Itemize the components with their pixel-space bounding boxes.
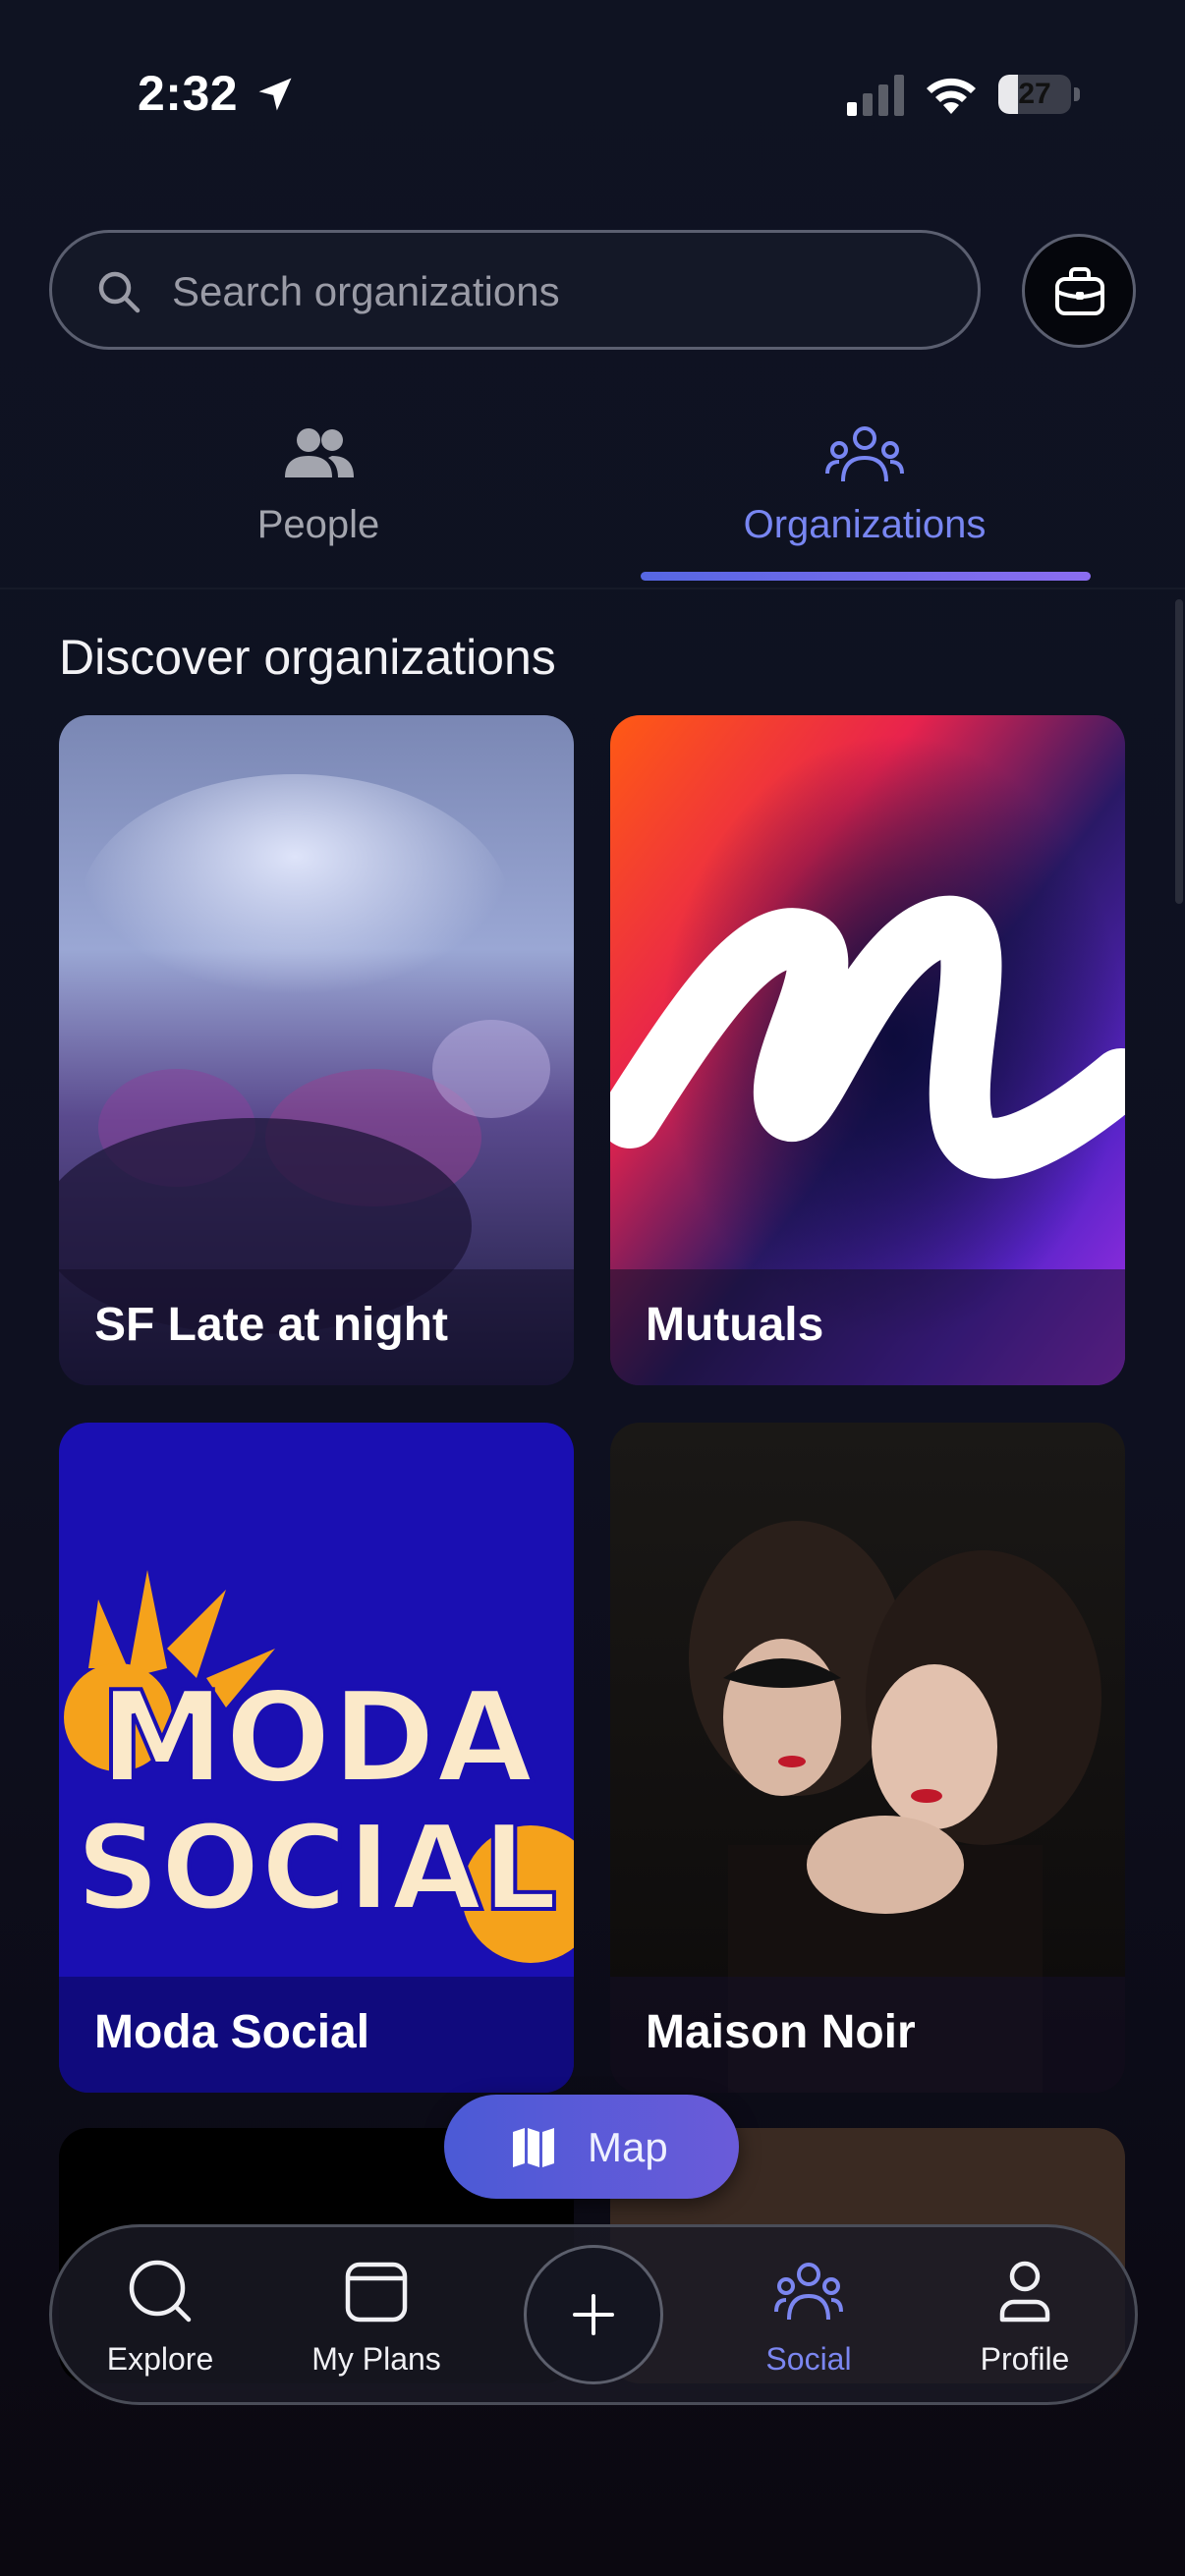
org-card-maison-noir[interactable]: Maison Noir	[610, 1423, 1125, 2093]
org-card-moda-social[interactable]: MODA SOCIAL Moda Social	[59, 1423, 574, 2093]
briefcase-icon	[1055, 267, 1104, 315]
search-icon	[129, 2260, 192, 2323]
tab-organizations[interactable]: Organizations	[658, 413, 1071, 570]
organizations-icon	[825, 426, 904, 482]
org-name: Mutuals	[646, 1299, 824, 1351]
nav-my-plans-label: My Plans	[311, 2341, 441, 2377]
org-card-mutuals[interactable]: Mutuals	[610, 715, 1125, 1385]
battery-level: 27	[1018, 78, 1051, 110]
calendar-icon	[345, 2262, 408, 2323]
briefcase-button[interactable]	[1022, 234, 1136, 348]
org-name: SF Late at night	[94, 1299, 448, 1351]
battery-indicator: 27	[998, 75, 1081, 116]
tab-people[interactable]: People	[112, 413, 525, 570]
moda-social-logo-text-moda: MODA	[99, 1665, 534, 1812]
nav-social[interactable]: Social	[710, 2227, 907, 2404]
tab-people-label: People	[256, 503, 380, 546]
nav-profile[interactable]: Profile	[927, 2227, 1123, 2404]
search-icon	[98, 271, 141, 313]
social-icon	[774, 2263, 843, 2321]
map-icon	[513, 2128, 554, 2167]
map-button[interactable]: Map	[444, 2095, 739, 2199]
scrollbar[interactable]	[1175, 599, 1183, 904]
search-input[interactable]	[170, 260, 940, 323]
moda-social-logo-text-social: SOCIAL	[76, 1801, 558, 1937]
org-card-sf-late-at-night[interactable]: SF Late at night	[59, 715, 574, 1385]
search-bar[interactable]	[49, 230, 981, 350]
add-button[interactable]	[524, 2245, 663, 2384]
bottom-nav: Explore My Plans Social Profile	[49, 2224, 1138, 2405]
nav-explore-label: Explore	[106, 2341, 214, 2377]
org-name: Maison Noir	[646, 2006, 916, 2058]
status-time: 2:32	[138, 66, 239, 121]
nav-explore[interactable]: Explore	[62, 2227, 258, 2404]
location-arrow-icon	[258, 78, 292, 111]
wifi-icon	[927, 78, 976, 114]
nav-my-plans[interactable]: My Plans	[278, 2227, 475, 2404]
plus-icon	[573, 2294, 614, 2335]
profile-icon	[999, 2261, 1050, 2323]
active-tab-indicator	[641, 572, 1091, 581]
map-button-label: Map	[588, 2124, 668, 2170]
org-name: Moda Social	[94, 2006, 370, 2058]
divider	[0, 588, 1185, 589]
people-icon	[285, 428, 354, 477]
cellular-signal-icon	[847, 75, 904, 116]
status-bar: 2:32 27	[0, 0, 1185, 196]
section-title: Discover organizations	[59, 630, 556, 685]
nav-profile-label: Profile	[980, 2341, 1070, 2377]
tab-organizations-label: Organizations	[743, 503, 987, 546]
nav-social-label: Social	[765, 2341, 852, 2377]
